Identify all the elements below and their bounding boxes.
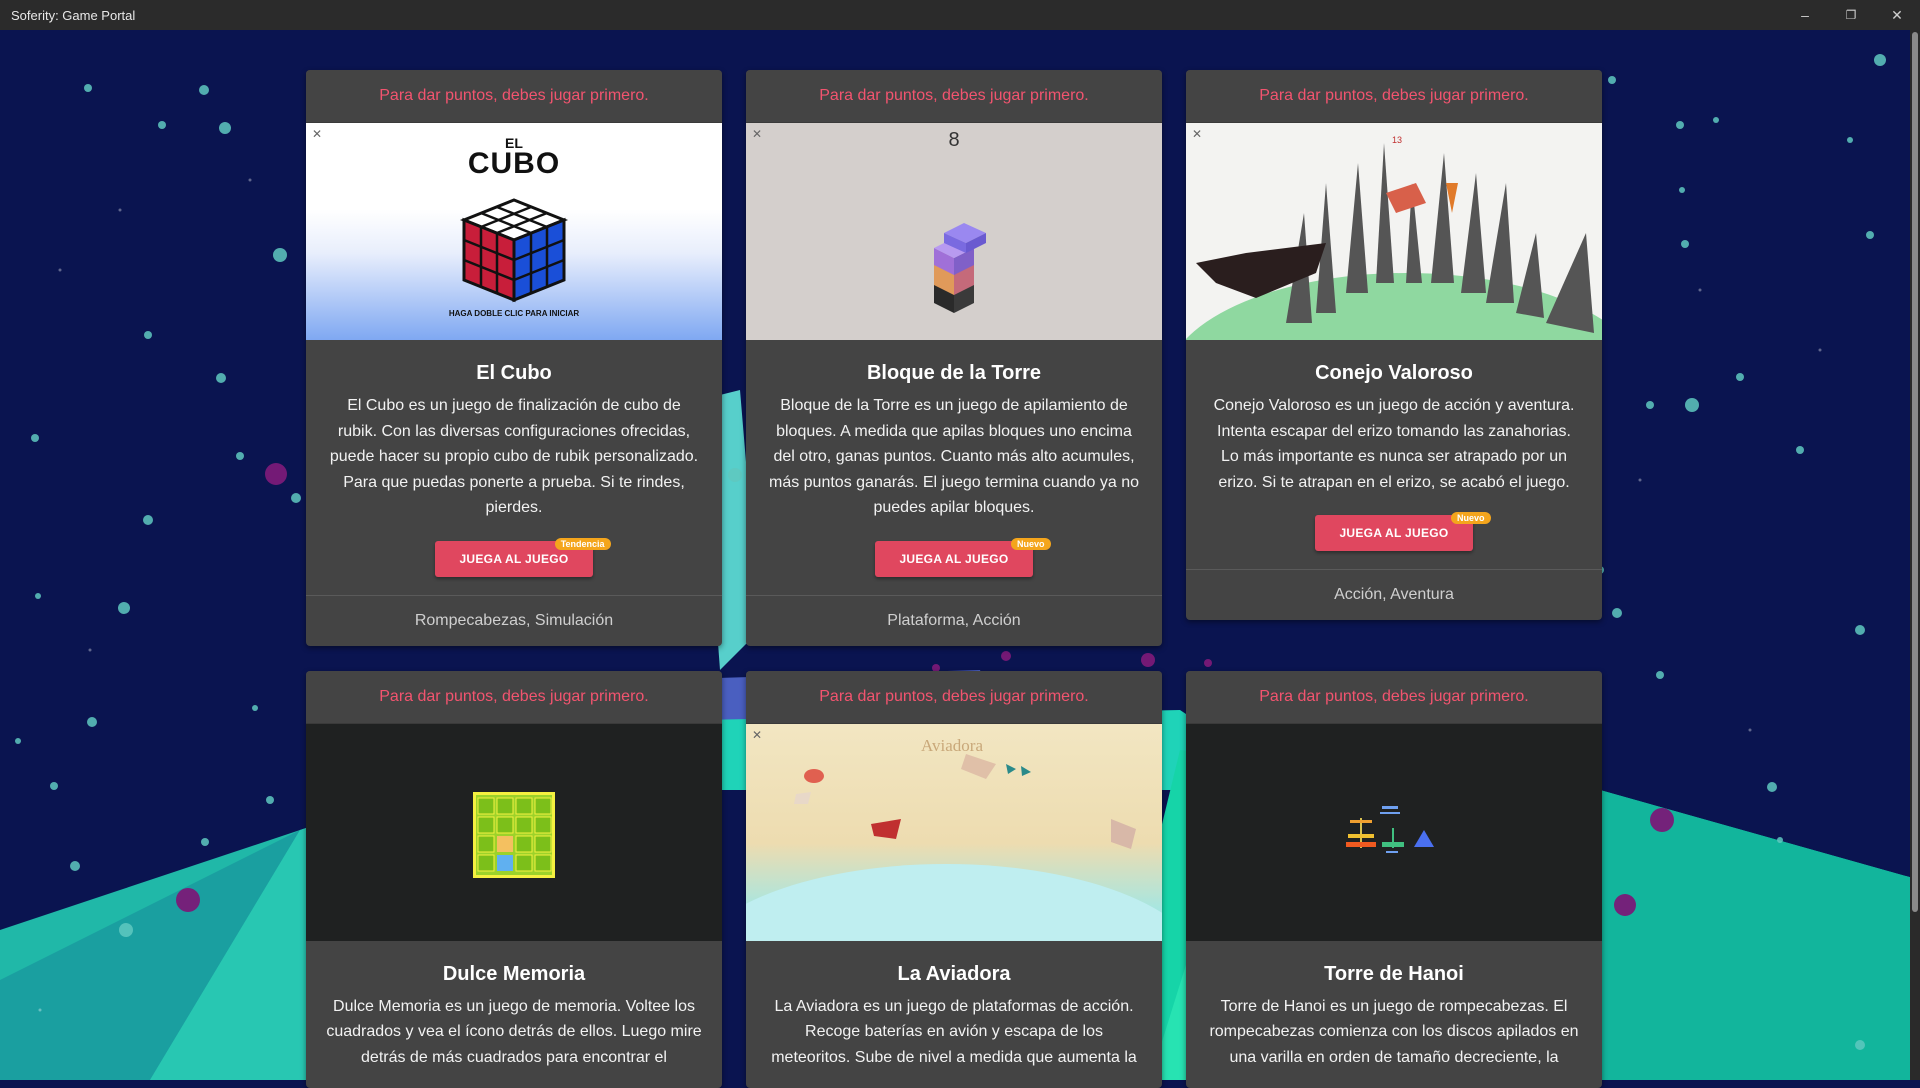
play-button-wrap: JUEGA AL JUEGO Nuevo xyxy=(875,541,1032,577)
game-description: El Cubo es un juego de finalización de c… xyxy=(326,393,702,521)
game-title: Dulce Memoria xyxy=(326,963,702,986)
play-game-button[interactable]: JUEGA AL JUEGO xyxy=(875,541,1032,577)
close-button[interactable]: ✕ xyxy=(1874,0,1920,30)
rating-notice: Para dar puntos, debes jugar primero. xyxy=(306,70,722,122)
game-thumbnail[interactable]: ✕ 8 xyxy=(746,122,1162,340)
rating-notice: Para dar puntos, debes jugar primero. xyxy=(306,671,722,723)
new-badge: Nuevo xyxy=(1011,538,1051,550)
memory-grid-icon xyxy=(473,792,555,878)
scrollbar[interactable] xyxy=(1910,30,1920,1080)
window-titlebar: Soferity: Game Portal – ❐ ✕ xyxy=(0,0,1920,30)
game-card-bloque-de-la-torre: Para dar puntos, debes jugar primero. ✕ … xyxy=(746,70,1162,646)
game-thumbnail[interactable]: ✕ EL CUBO HAGA DOBLE CLIC PARA INICIAR xyxy=(306,122,722,340)
game-card-la-aviadora: Para dar puntos, debes jugar primero. ✕ … xyxy=(746,671,1162,1088)
tower-score: 8 xyxy=(746,129,1162,152)
game-card-conejo-valoroso: Para dar puntos, debes jugar primero. ✕ … xyxy=(1186,70,1602,620)
game-card-el-cubo: Para dar puntos, debes jugar primero. ✕ … xyxy=(306,70,722,646)
card-body: La Aviadora La Aviadora es un juego de p… xyxy=(746,941,1162,1088)
cubo-caption: HAGA DOBLE CLIC PARA INICIAR xyxy=(306,309,722,318)
game-card-torre-de-hanoi: Para dar puntos, debes jugar primero. To… xyxy=(1186,671,1602,1088)
card-body: Conejo Valoroso Conejo Valoroso es un ju… xyxy=(1186,340,1602,569)
rating-notice: Para dar puntos, debes jugar primero. xyxy=(1186,70,1602,122)
play-button-wrap: JUEGA AL JUEGO Nuevo xyxy=(1315,515,1472,551)
game-card-dulce-memoria: Para dar puntos, debes jugar primero. xyxy=(306,671,722,1088)
window-controls: – ❐ ✕ xyxy=(1782,0,1920,30)
game-description: Dulce Memoria es un juego de memoria. Vo… xyxy=(326,994,702,1071)
game-description: La Aviadora es un juego de plataformas d… xyxy=(766,994,1142,1071)
game-title: La Aviadora xyxy=(766,963,1142,986)
card-body: Torre de Hanoi Torre de Hanoi es un jueg… xyxy=(1186,941,1602,1088)
game-thumbnail[interactable]: ✕ 13 xyxy=(1186,122,1602,340)
game-title: El Cubo xyxy=(326,362,702,385)
game-thumbnail[interactable] xyxy=(1186,723,1602,941)
card-body: Bloque de la Torre Bloque de la Torre es… xyxy=(746,340,1162,595)
window-title: Soferity: Game Portal xyxy=(0,8,135,23)
play-game-button[interactable]: JUEGA AL JUEGO xyxy=(1315,515,1472,551)
restore-icon: ❐ xyxy=(1846,8,1857,22)
card-body: Dulce Memoria Dulce Memoria es un juego … xyxy=(306,941,722,1088)
game-categories: Plataforma, Acción xyxy=(746,595,1162,646)
cubo-logo: CUBO xyxy=(306,147,722,181)
rubiks-cube-icon xyxy=(454,195,574,305)
game-thumbnail[interactable] xyxy=(306,723,722,941)
rating-notice: Para dar puntos, debes jugar primero. xyxy=(746,70,1162,122)
trending-badge: Tendencia xyxy=(555,538,611,550)
game-description: Conejo Valoroso es un juego de acción y … xyxy=(1206,393,1582,495)
hanoi-towers-icon xyxy=(1344,804,1444,874)
new-badge: Nuevo xyxy=(1451,512,1491,524)
minimize-button[interactable]: – xyxy=(1782,0,1828,30)
play-button-wrap: JUEGA AL JUEGO Tendencia xyxy=(435,541,592,577)
game-description: Torre de Hanoi es un juego de rompecabez… xyxy=(1206,994,1582,1071)
rating-notice: Para dar puntos, debes jugar primero. xyxy=(1186,671,1602,723)
games-grid: Para dar puntos, debes jugar primero. ✕ … xyxy=(306,70,1602,1088)
tower-blocks-icon xyxy=(914,223,994,323)
restore-button[interactable]: ❐ xyxy=(1828,0,1874,30)
aviadora-scene-icon xyxy=(746,724,1162,941)
game-title: Torre de Hanoi xyxy=(1206,963,1582,986)
game-title: Conejo Valoroso xyxy=(1206,362,1582,385)
minimize-icon: – xyxy=(1801,7,1809,23)
game-thumbnail[interactable]: ✕ Aviadora xyxy=(746,723,1162,941)
game-title: Bloque de la Torre xyxy=(766,362,1142,385)
close-icon: ✕ xyxy=(1891,7,1903,24)
card-body: El Cubo El Cubo es un juego de finalizac… xyxy=(306,340,722,595)
game-categories: Rompecabezas, Simulación xyxy=(306,595,722,646)
game-categories: Acción, Aventura xyxy=(1186,569,1602,620)
game-description: Bloque de la Torre es un juego de apilam… xyxy=(766,393,1142,521)
scrollbar-thumb[interactable] xyxy=(1912,32,1918,912)
planet-forest-icon xyxy=(1186,123,1602,340)
rating-notice: Para dar puntos, debes jugar primero. xyxy=(746,671,1162,723)
